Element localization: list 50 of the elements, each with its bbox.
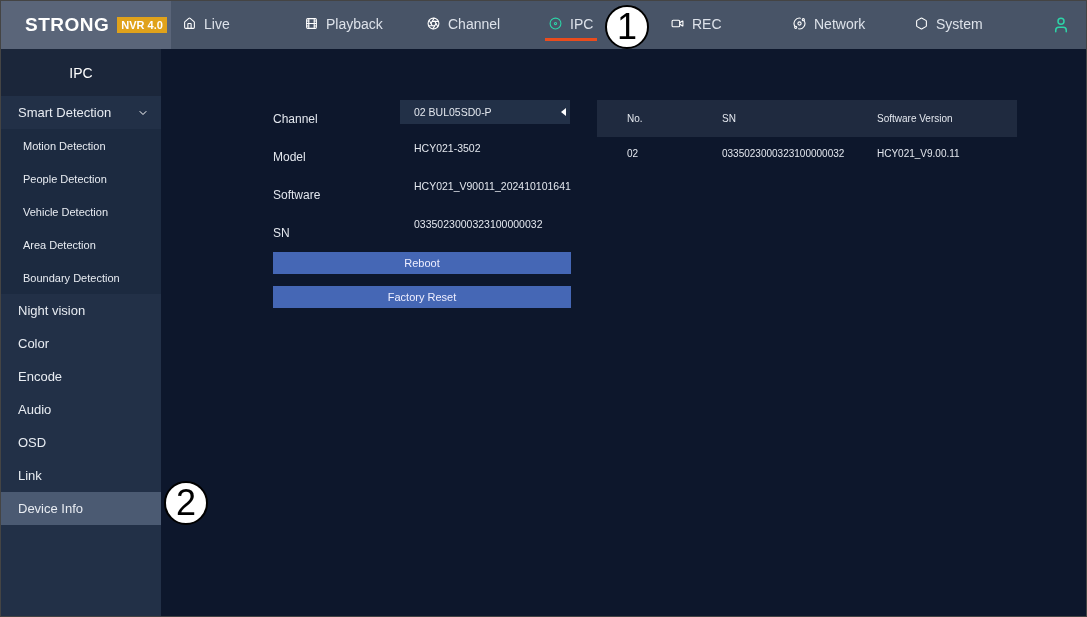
field-label: Model <box>273 150 307 164</box>
logo: STRONG <box>25 14 110 36</box>
sidebar-subitem[interactable]: Area Detection <box>1 228 161 261</box>
sidebar-item[interactable]: Night vision <box>1 294 161 327</box>
user-icon[interactable] <box>1052 16 1070 34</box>
sidebar-item[interactable]: Audio <box>1 393 161 426</box>
nav-tab[interactable]: REC <box>667 9 726 41</box>
channel-select[interactable]: 02 BUL05SD0-P <box>400 100 570 124</box>
nav-tab[interactable]: System <box>911 9 987 41</box>
disc-icon <box>549 17 562 30</box>
sidebar-item[interactable]: Encode <box>1 360 161 393</box>
table-cell-text: 02 <box>627 148 640 159</box>
table-cell-text: 0335023000323100000032 <box>722 148 846 159</box>
sidebar-item[interactable]: Color <box>1 327 161 360</box>
nav-tab[interactable]: IPC <box>545 9 598 41</box>
column-header: Software Version <box>877 113 954 124</box>
caret-icon <box>561 108 566 116</box>
orbit-icon <box>793 17 806 30</box>
field-label: Channel <box>273 112 319 126</box>
sidebar-item[interactable]: Link <box>1 459 161 492</box>
callout-marker: 2 <box>164 481 208 525</box>
nav-tab[interactable]: Playback <box>301 9 387 41</box>
film-icon <box>305 17 318 30</box>
sidebar-subitem[interactable]: Vehicle Detection <box>1 195 161 228</box>
sidebar-title: IPC <box>1 49 161 96</box>
version-badge: NVR 4.0 <box>117 17 167 33</box>
column-header: SN <box>722 113 737 124</box>
hexagon-icon <box>915 17 928 30</box>
column-header: No. <box>627 113 644 124</box>
sidebar-item-label: Smart Detection <box>18 105 112 120</box>
home-icon <box>183 17 196 30</box>
sidebar-subitem[interactable]: Boundary Detection <box>1 261 161 294</box>
nav-tab[interactable]: Live <box>179 9 234 41</box>
sidebar-item[interactable]: OSD <box>1 426 161 459</box>
nav-tab[interactable]: Network <box>789 9 870 41</box>
table-cell-text: HCY021_V9.00.11 <box>877 148 961 159</box>
sidebar-subitem[interactable]: People Detection <box>1 162 161 195</box>
aperture-icon <box>427 17 440 30</box>
nav-tab[interactable]: Channel <box>423 9 505 41</box>
field-label: SN <box>273 226 291 240</box>
sidebar-subitem[interactable]: Motion Detection <box>1 129 161 162</box>
action-button[interactable]: Factory Reset <box>273 286 571 308</box>
field-value: HCY021_V90011_202410101641 <box>413 179 570 192</box>
action-button[interactable]: Reboot <box>273 252 571 274</box>
video-camera-icon <box>671 17 684 30</box>
sidebar-item[interactable]: Smart Detection <box>1 96 161 129</box>
field-value: HCY021-3502 <box>413 141 482 154</box>
field-label: Software <box>273 188 322 202</box>
field-value: 0335023000323100000032 <box>413 217 544 230</box>
sidebar-item[interactable]: Device Info <box>1 492 161 525</box>
